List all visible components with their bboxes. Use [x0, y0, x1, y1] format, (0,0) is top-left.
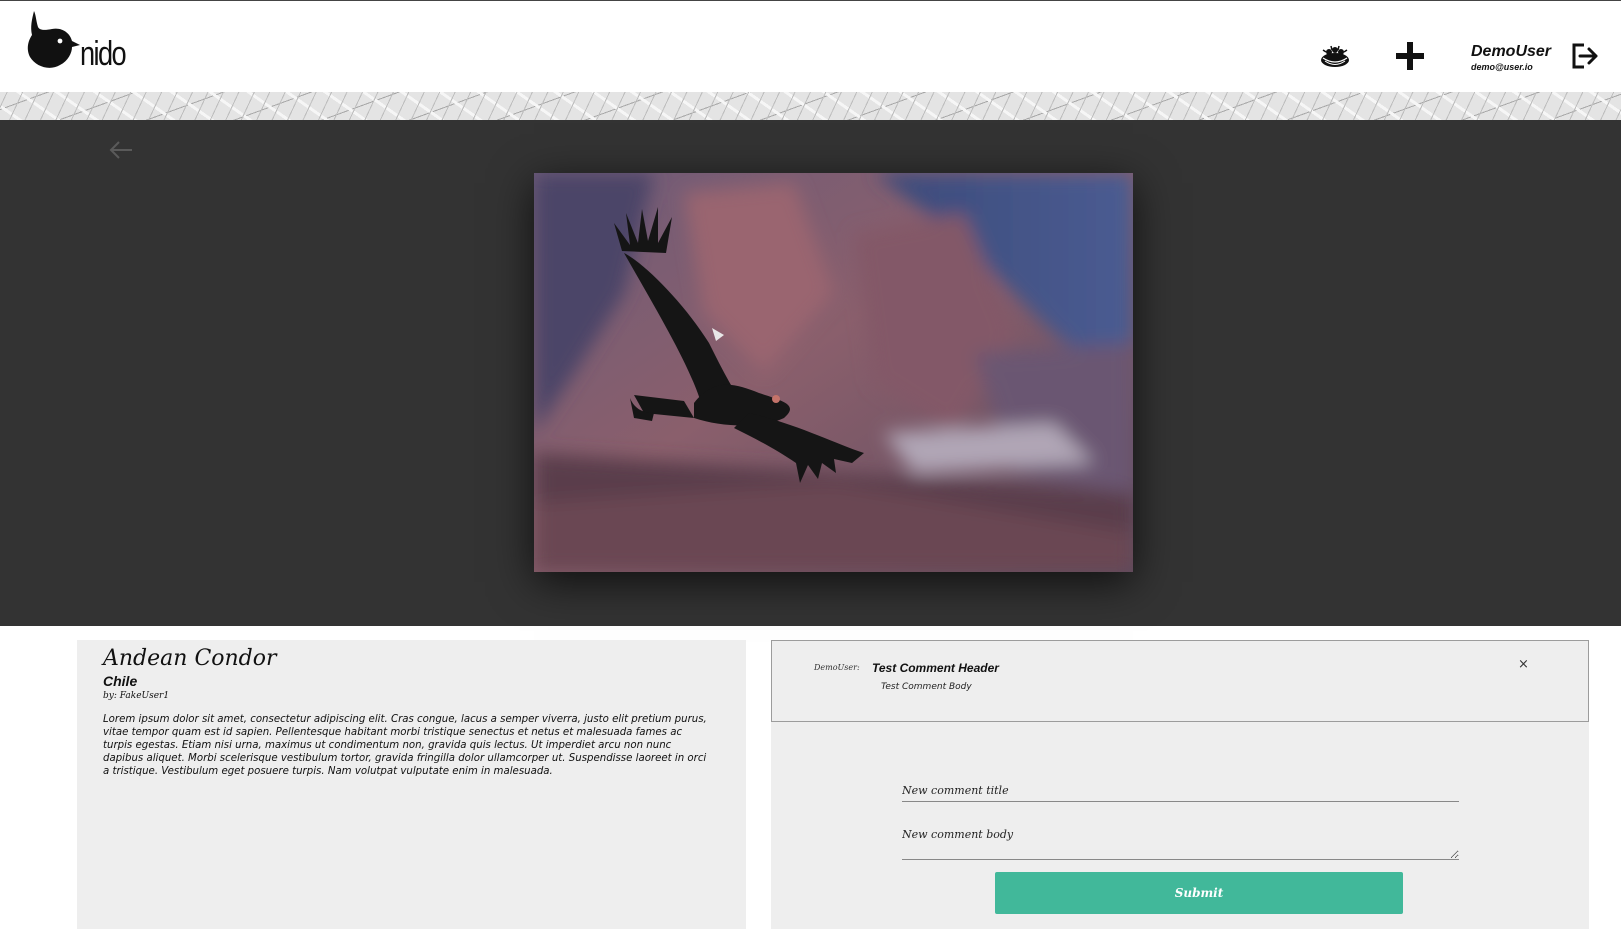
condor-photo	[534, 173, 1133, 572]
plus-icon[interactable]	[1393, 39, 1427, 73]
delete-comment-close-icon[interactable]: ×	[1518, 657, 1529, 672]
bird-logo-icon	[27, 11, 80, 68]
bird-author: by: FakeUser1	[103, 691, 170, 701]
new-comment-title-input[interactable]	[902, 780, 1459, 802]
bird-name: Andean Condor	[103, 646, 277, 671]
comment-title: Test Comment Header	[872, 661, 999, 675]
header: nido DemoUser demo@user.io	[0, 0, 1621, 92]
user-email: demo@user.io	[1471, 62, 1533, 72]
user-info[interactable]: DemoUser demo@user.io	[1471, 43, 1551, 72]
bird-location: Chile	[103, 673, 138, 689]
user-name: DemoUser	[1471, 43, 1552, 60]
comment-user: DemoUser:	[814, 663, 860, 672]
nest-icon[interactable]	[1318, 39, 1352, 73]
submit-comment-button[interactable]: Submit	[995, 872, 1403, 914]
comment-body: Test Comment Body	[881, 682, 972, 692]
logout-icon[interactable]	[1568, 39, 1602, 73]
comments-panel: DemoUser: Test Comment Header Test Comme…	[771, 640, 1589, 929]
comment-item: DemoUser: Test Comment Header Test Comme…	[771, 640, 1589, 722]
bird-description: Lorem ipsum dolor sit amet, consectetur …	[103, 714, 707, 777]
arrow-left-icon[interactable]	[108, 140, 136, 164]
logo-text: nido	[80, 35, 127, 73]
bird-info-panel: Andean Condor Chile by: FakeUser1 Lorem …	[77, 640, 746, 929]
nido-logo[interactable]: nido	[26, 9, 146, 73]
feather-pattern-strip	[0, 92, 1621, 120]
hero-section	[0, 120, 1621, 626]
new-comment-body-input[interactable]	[902, 824, 1459, 860]
